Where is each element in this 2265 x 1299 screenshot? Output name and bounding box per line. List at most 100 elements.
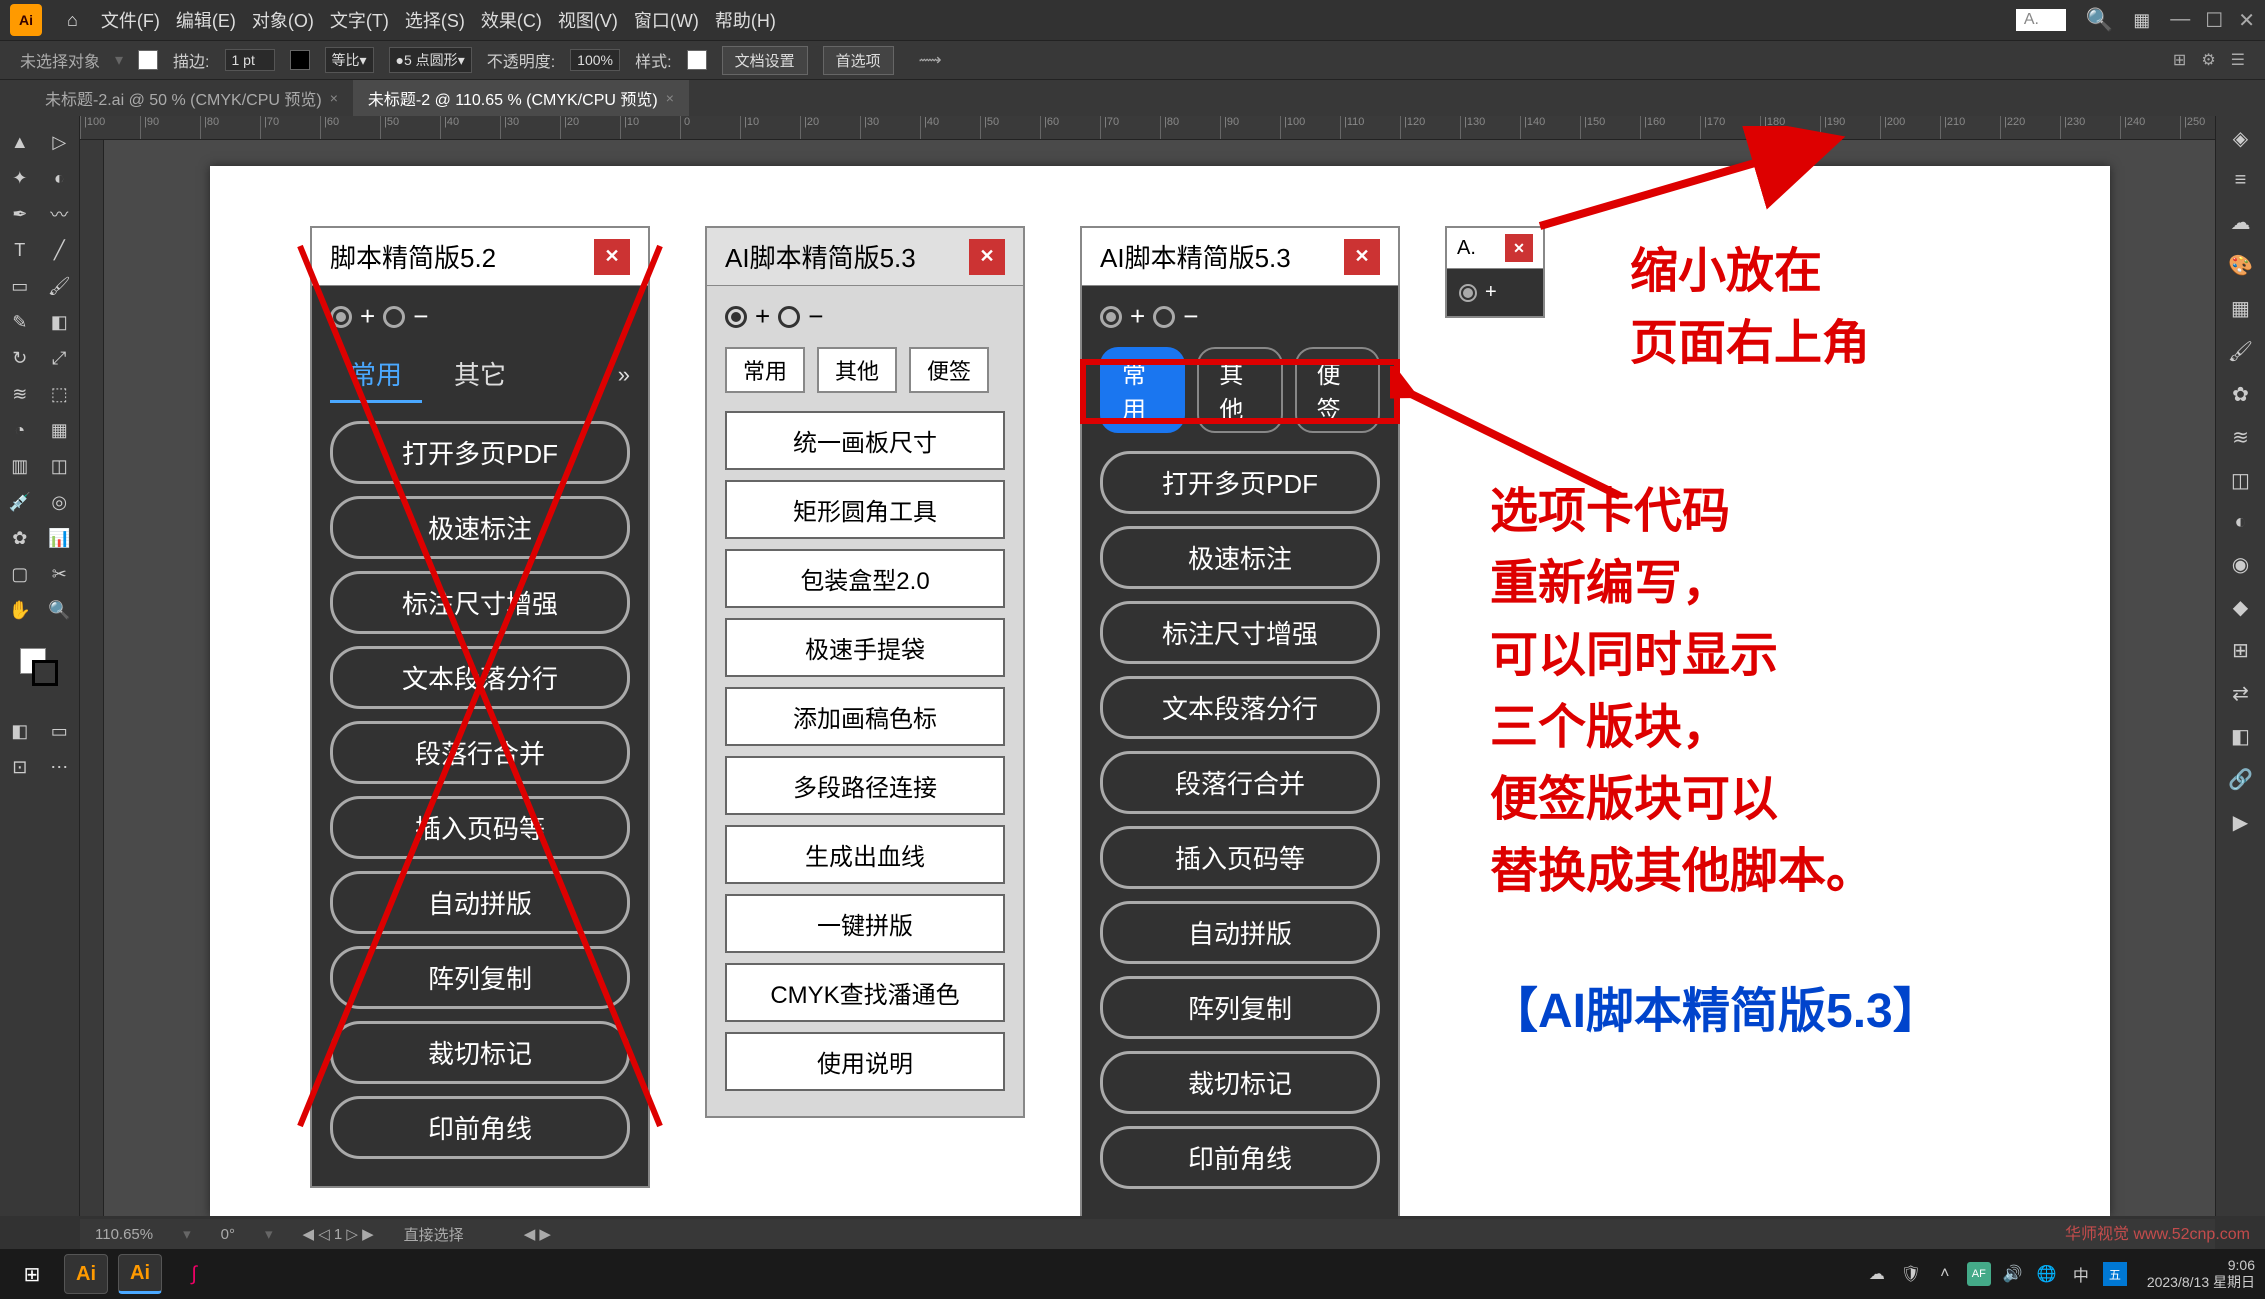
menu-select[interactable]: 选择(S) [405, 7, 465, 33]
fill-swatch[interactable] [138, 50, 158, 70]
arrange-docs-icon[interactable]: ▦ [2133, 10, 2150, 31]
btn-auto-impose[interactable]: 自动拼版 [330, 871, 630, 934]
radio-selected-icon[interactable] [725, 306, 747, 328]
btn-para-split[interactable]: 文本段落分行 [1100, 676, 1380, 739]
start-button[interactable]: ⊞ [10, 1254, 54, 1294]
menu-text[interactable]: 文字(T) [330, 7, 389, 33]
tab-close-icon[interactable]: × [666, 90, 674, 106]
btn-dim-enhance[interactable]: 标注尺寸增强 [1100, 601, 1380, 664]
edit-toolbar-icon[interactable]: ⋯ [40, 749, 80, 785]
taskbar-clock[interactable]: 9:06 2023/8/13 星期日 [2147, 1257, 2255, 1291]
radio-icon[interactable] [383, 306, 405, 328]
btn-dim-enhance[interactable]: 标注尺寸增强 [330, 571, 630, 634]
rotation-value[interactable]: 0° [221, 1226, 235, 1243]
tab-close-icon[interactable]: × [330, 90, 338, 106]
menu-view[interactable]: 视图(V) [558, 7, 618, 33]
links-panel-icon[interactable]: 🔗 [2228, 767, 2253, 792]
btn-rect-corner[interactable]: 矩形圆角工具 [725, 480, 1005, 539]
opacity-input[interactable]: 100% [570, 49, 620, 71]
btn-handbag[interactable]: 极速手提袋 [725, 618, 1005, 677]
btn-unify-artboard[interactable]: 统一画板尺寸 [725, 411, 1005, 470]
btn-array-copy[interactable]: 阵列复制 [330, 946, 630, 1009]
brush-tool-icon[interactable]: 🖌 [40, 268, 80, 304]
tab-common[interactable]: 常用 [725, 347, 805, 393]
mesh-tool-icon[interactable]: ▥ [0, 448, 40, 484]
shapebuilder-tool-icon[interactable]: ◔ [0, 412, 40, 448]
menu-window[interactable]: 窗口(W) [634, 7, 699, 33]
maximize-icon[interactable]: ☐ [2205, 8, 2223, 33]
libraries-panel-icon[interactable]: ☁ [2231, 210, 2251, 235]
slice-tool-icon[interactable]: ✂ [40, 556, 80, 592]
brush-dropdown[interactable]: ● 5 点圆形 ▾ [389, 47, 472, 73]
style-swatch[interactable] [687, 50, 707, 70]
tray-ime-mode-icon[interactable]: 五 [2103, 1262, 2127, 1286]
close-icon[interactable]: ✕ [594, 239, 630, 275]
taskbar-app-3[interactable]: ∫ [172, 1254, 216, 1294]
tray-ime-zh-icon[interactable]: 中 [2069, 1262, 2093, 1286]
canvas[interactable]: |100|90|80|70|60|50|40|30|20|100|10|20|3… [80, 116, 2215, 1216]
type-tool-icon[interactable]: T [0, 232, 40, 268]
line-tool-icon[interactable]: ╱ [40, 232, 80, 268]
btn-open-pdf[interactable]: 打开多页PDF [330, 421, 630, 484]
btn-instructions[interactable]: 使用说明 [725, 1032, 1005, 1091]
btn-para-split[interactable]: 文本段落分行 [330, 646, 630, 709]
tab-other[interactable]: 其它 [434, 347, 526, 403]
doc-tab-1[interactable]: 未标题-2.ai @ 50 % (CMYK/CPU 预览)× [30, 80, 353, 116]
tab-notes[interactable]: 便签 [909, 347, 989, 393]
scale-tool-icon[interactable]: ⤢ [40, 340, 80, 376]
gradient-tool-icon[interactable]: ◫ [40, 448, 80, 484]
rect-tool-icon[interactable]: ▭ [0, 268, 40, 304]
zoom-tool-icon[interactable]: 🔍 [40, 592, 80, 628]
tray-chevron-up-icon[interactable]: ˄ [1933, 1262, 1957, 1286]
tray-shield-icon[interactable]: 🛡 [1899, 1262, 1923, 1286]
eraser-tool-icon[interactable]: ◧ [40, 304, 80, 340]
align-panel-icon[interactable]: ⊞ [2232, 638, 2249, 663]
free-transform-tool-icon[interactable]: ⬚ [40, 376, 80, 412]
rotate-tool-icon[interactable]: ↻ [0, 340, 40, 376]
tab-other[interactable]: 其他 [817, 347, 897, 393]
btn-auto-impose[interactable]: 自动拼版 [1100, 901, 1380, 964]
artboard-nav[interactable]: ◀ ◁ 1 ▷ ▶ [303, 1225, 374, 1243]
preferences-button[interactable]: 首选项 [823, 46, 894, 75]
btn-para-merge[interactable]: 段落行合并 [1100, 751, 1380, 814]
wand-tool-icon[interactable]: ✦ [0, 160, 40, 196]
doc-tab-2[interactable]: 未标题-2 @ 110.65 % (CMYK/CPU 预览)× [353, 80, 689, 116]
zoom-level[interactable]: 110.65% [95, 1226, 153, 1243]
gradient-panel-icon[interactable]: ◫ [2231, 468, 2250, 493]
radio-selected-icon[interactable] [1459, 284, 1477, 302]
hand-tool-icon[interactable]: ✋ [0, 592, 40, 628]
appearance-panel-icon[interactable]: ◉ [2232, 552, 2249, 577]
fill-stroke-icon[interactable] [20, 648, 60, 688]
menu-file[interactable]: 文件(F) [101, 7, 160, 33]
actions-panel-icon[interactable]: ▶ [2233, 810, 2248, 835]
doc-setup-button[interactable]: 文档设置 [722, 46, 808, 75]
panels-icon[interactable]: ☰ [2231, 50, 2245, 70]
btn-path-connect[interactable]: 多段路径连接 [725, 756, 1005, 815]
close-icon[interactable]: ✕ [969, 239, 1005, 275]
perspective-tool-icon[interactable]: ▦ [40, 412, 80, 448]
btn-speed-annotate[interactable]: 极速标注 [330, 496, 630, 559]
stroke-panel-icon[interactable]: ≋ [2232, 425, 2249, 450]
btn-package-box[interactable]: 包装盒型2.0 [725, 549, 1005, 608]
btn-prepress-corners[interactable]: 印前角线 [1100, 1126, 1380, 1189]
eyedropper-tool-icon[interactable]: 💉 [0, 484, 40, 520]
taskbar-ai-1[interactable]: Ai [64, 1254, 108, 1294]
transform-panel-icon[interactable]: ⇄ [2232, 681, 2249, 706]
color-panel-icon[interactable]: 🎨 [2228, 253, 2253, 278]
btn-crop-marks[interactable]: 裁切标记 [1100, 1051, 1380, 1114]
shaper-tool-icon[interactable]: ✎ [0, 304, 40, 340]
btn-para-merge[interactable]: 段落行合并 [330, 721, 630, 784]
btn-one-click-impose[interactable]: 一键拼版 [725, 894, 1005, 953]
btn-page-number[interactable]: 插入页码等 [330, 796, 630, 859]
tray-onedrive-icon[interactable]: ☁ [1865, 1262, 1889, 1286]
minimize-icon[interactable]: — [2170, 8, 2190, 33]
curvature-tool-icon[interactable]: 〰 [40, 196, 80, 232]
properties-panel-icon[interactable]: ◈ [2233, 126, 2248, 151]
menu-effect[interactable]: 效果(C) [481, 7, 542, 33]
close-icon[interactable]: ✕ [1505, 234, 1533, 262]
btn-array-copy[interactable]: 阵列复制 [1100, 976, 1380, 1039]
menu-help[interactable]: 帮助(H) [715, 7, 776, 33]
tray-volume-icon[interactable]: 🔊 [2001, 1262, 2025, 1286]
stroke-width-input[interactable]: 1 pt [225, 49, 275, 71]
transparency-panel-icon[interactable]: ◐ [2234, 511, 2246, 534]
